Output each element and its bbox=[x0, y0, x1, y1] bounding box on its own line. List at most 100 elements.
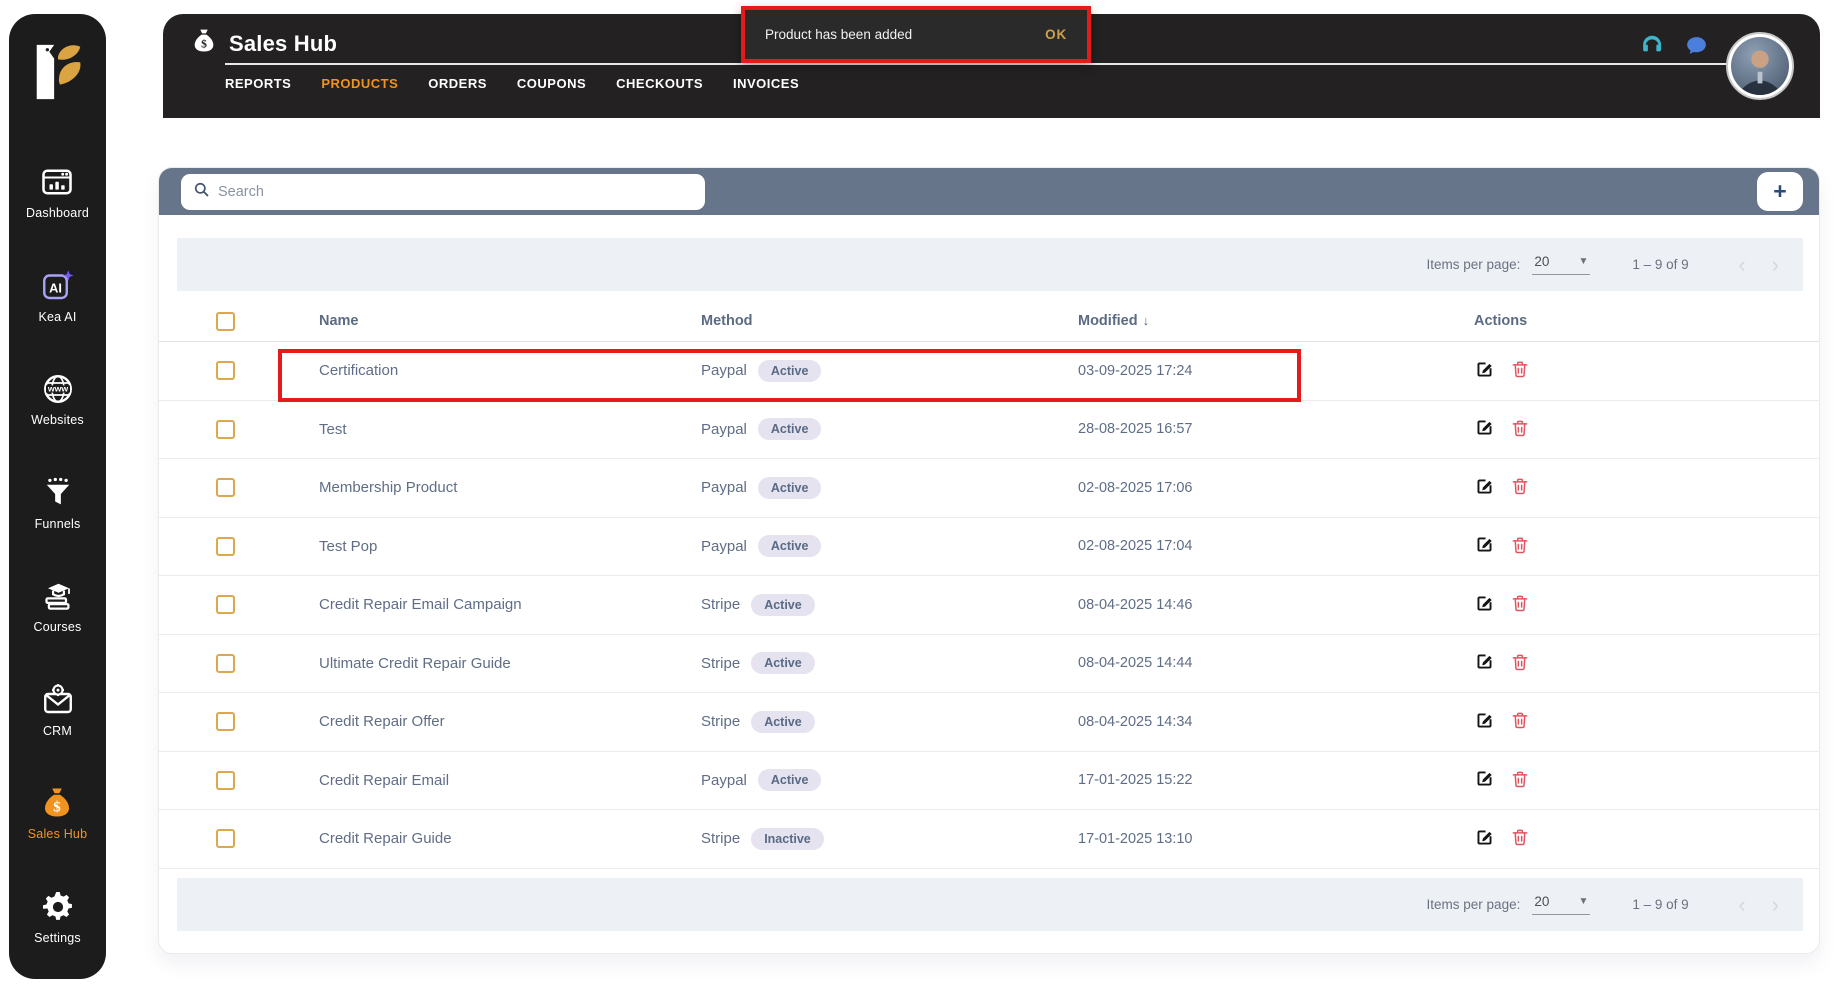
trash-icon bbox=[1510, 593, 1530, 616]
kea-logo[interactable] bbox=[9, 40, 106, 104]
items-per-page-select[interactable]: 20 ▼ bbox=[1532, 254, 1591, 275]
modified-date: 17-01-2025 13:10 bbox=[1078, 830, 1193, 847]
delete-button[interactable] bbox=[1510, 769, 1530, 792]
sidebar-item-kea-ai[interactable]: AI Kea AI bbox=[38, 268, 76, 324]
modified-date: 03-09-2025 17:24 bbox=[1078, 362, 1193, 379]
column-header-method[interactable]: Method bbox=[701, 313, 1078, 329]
table-row[interactable]: Credit Repair Email Campaign Stripe Acti… bbox=[159, 576, 1819, 635]
sidebar-item-courses[interactable]: Courses bbox=[34, 578, 82, 634]
tab-orders[interactable]: ORDERS bbox=[428, 76, 487, 91]
trash-icon bbox=[1510, 476, 1530, 499]
row-checkbox[interactable] bbox=[216, 770, 235, 790]
modified-date: 02-08-2025 17:06 bbox=[1078, 479, 1193, 496]
table-row[interactable]: Credit Repair Email Paypal Active 17-01-… bbox=[159, 752, 1819, 810]
row-checkbox[interactable] bbox=[216, 536, 235, 556]
sidebar-item-dashboard[interactable]: Dashboard bbox=[26, 164, 89, 220]
edit-button[interactable] bbox=[1474, 534, 1495, 558]
next-page-button[interactable]: › bbox=[1772, 253, 1779, 276]
toast-message: Product has been added bbox=[765, 27, 913, 42]
modified-date: 08-04-2025 14:34 bbox=[1078, 713, 1193, 730]
svg-text:$: $ bbox=[201, 38, 207, 51]
toast-ok-button[interactable]: OK bbox=[1045, 27, 1067, 42]
next-page-button[interactable]: › bbox=[1772, 893, 1779, 916]
modified-date: 17-01-2025 15:22 bbox=[1078, 772, 1193, 789]
edit-button[interactable] bbox=[1474, 359, 1495, 383]
search-field[interactable] bbox=[181, 174, 705, 210]
edit-button[interactable] bbox=[1474, 476, 1495, 500]
tab-coupons[interactable]: COUPONS bbox=[517, 76, 586, 91]
sidebar-item-label: Settings bbox=[34, 930, 81, 945]
status-badge: Active bbox=[751, 710, 815, 733]
trash-icon bbox=[1510, 418, 1530, 441]
table-row[interactable]: Certification Paypal Active 03-09-2025 1… bbox=[159, 342, 1819, 401]
delete-button[interactable] bbox=[1510, 710, 1530, 733]
delete-button[interactable] bbox=[1510, 359, 1530, 382]
select-all-checkbox[interactable] bbox=[216, 311, 235, 331]
sidebar-item-crm[interactable]: CRM bbox=[40, 682, 76, 738]
courses-icon bbox=[39, 578, 75, 614]
delete-button[interactable] bbox=[1510, 476, 1530, 499]
header-divider bbox=[225, 63, 1745, 65]
items-per-page-label: Items per page: bbox=[1426, 897, 1521, 912]
table-row[interactable]: Test Pop Paypal Active 02-08-2025 17:04 bbox=[159, 518, 1819, 576]
column-header-modified[interactable]: Modified ↓ bbox=[1078, 313, 1474, 329]
delete-button[interactable] bbox=[1510, 593, 1530, 616]
sidebar-item-settings[interactable]: Settings bbox=[34, 889, 81, 945]
row-checkbox[interactable] bbox=[216, 653, 235, 673]
delete-button[interactable] bbox=[1510, 535, 1530, 558]
add-product-button[interactable]: + bbox=[1757, 172, 1803, 211]
delete-button[interactable] bbox=[1510, 652, 1530, 675]
previous-page-button[interactable]: ‹ bbox=[1738, 253, 1745, 276]
row-checkbox[interactable] bbox=[216, 478, 235, 498]
sidebar-item-funnels[interactable]: Funnels bbox=[35, 475, 81, 531]
table-row[interactable]: Credit Repair Guide Stripe Inactive 17-0… bbox=[159, 810, 1819, 869]
payment-method: Stripe bbox=[701, 713, 741, 731]
row-checkbox[interactable] bbox=[216, 712, 235, 732]
column-header-name[interactable]: Name bbox=[319, 313, 701, 329]
payment-method: Paypal bbox=[701, 479, 747, 497]
table-row[interactable]: Credit Repair Offer Stripe Active 08-04-… bbox=[159, 693, 1819, 752]
product-name: Membership Product bbox=[319, 479, 458, 497]
items-per-page-select[interactable]: 20 ▼ bbox=[1532, 894, 1591, 915]
payment-method: Paypal bbox=[701, 537, 747, 555]
delete-button[interactable] bbox=[1510, 827, 1530, 850]
table-row[interactable]: Ultimate Credit Repair Guide Stripe Acti… bbox=[159, 635, 1819, 693]
tab-checkouts[interactable]: CHECKOUTS bbox=[616, 76, 703, 91]
edit-button[interactable] bbox=[1474, 710, 1495, 734]
row-checkbox[interactable] bbox=[216, 361, 235, 381]
payment-method: Paypal bbox=[701, 420, 747, 438]
search-icon bbox=[193, 181, 210, 203]
search-input[interactable] bbox=[218, 184, 693, 200]
tab-reports[interactable]: REPORTS bbox=[225, 76, 291, 91]
support-headset-icon[interactable] bbox=[1638, 31, 1666, 59]
tab-products[interactable]: PRODUCTS bbox=[321, 76, 398, 91]
row-checkbox[interactable] bbox=[216, 419, 235, 439]
edit-button[interactable] bbox=[1474, 417, 1495, 441]
funnel-icon bbox=[40, 475, 76, 511]
row-checkbox[interactable] bbox=[216, 829, 235, 849]
sidebar-item-websites[interactable]: www Websites bbox=[31, 371, 84, 427]
user-avatar[interactable] bbox=[1726, 32, 1794, 100]
sidebar-item-sales-hub[interactable]: $ Sales Hub bbox=[28, 785, 87, 841]
header-tabs: REPORTS PRODUCTS ORDERS COUPONS CHECKOUT… bbox=[225, 76, 799, 91]
table-row[interactable]: Membership Product Paypal Active 02-08-2… bbox=[159, 459, 1819, 518]
trash-icon bbox=[1510, 535, 1530, 558]
edit-icon bbox=[1474, 359, 1495, 383]
delete-button[interactable] bbox=[1510, 418, 1530, 441]
edit-button[interactable] bbox=[1474, 768, 1495, 792]
previous-page-button[interactable]: ‹ bbox=[1738, 893, 1745, 916]
edit-button[interactable] bbox=[1474, 827, 1495, 851]
edit-button[interactable] bbox=[1474, 651, 1495, 675]
edit-icon bbox=[1474, 710, 1495, 734]
chat-icon[interactable] bbox=[1682, 31, 1710, 59]
dashboard-icon bbox=[39, 164, 75, 200]
modified-date: 08-04-2025 14:46 bbox=[1078, 596, 1193, 613]
table-row[interactable]: Test Paypal Active 28-08-2025 16:57 bbox=[159, 401, 1819, 459]
product-name: Ultimate Credit Repair Guide bbox=[319, 654, 511, 672]
edit-icon bbox=[1474, 827, 1495, 851]
sidebar-item-label: Courses bbox=[33, 620, 82, 635]
sidebar-item-label: Websites bbox=[31, 413, 84, 428]
row-checkbox[interactable] bbox=[216, 595, 235, 615]
tab-invoices[interactable]: INVOICES bbox=[733, 76, 799, 91]
edit-button[interactable] bbox=[1474, 593, 1495, 617]
